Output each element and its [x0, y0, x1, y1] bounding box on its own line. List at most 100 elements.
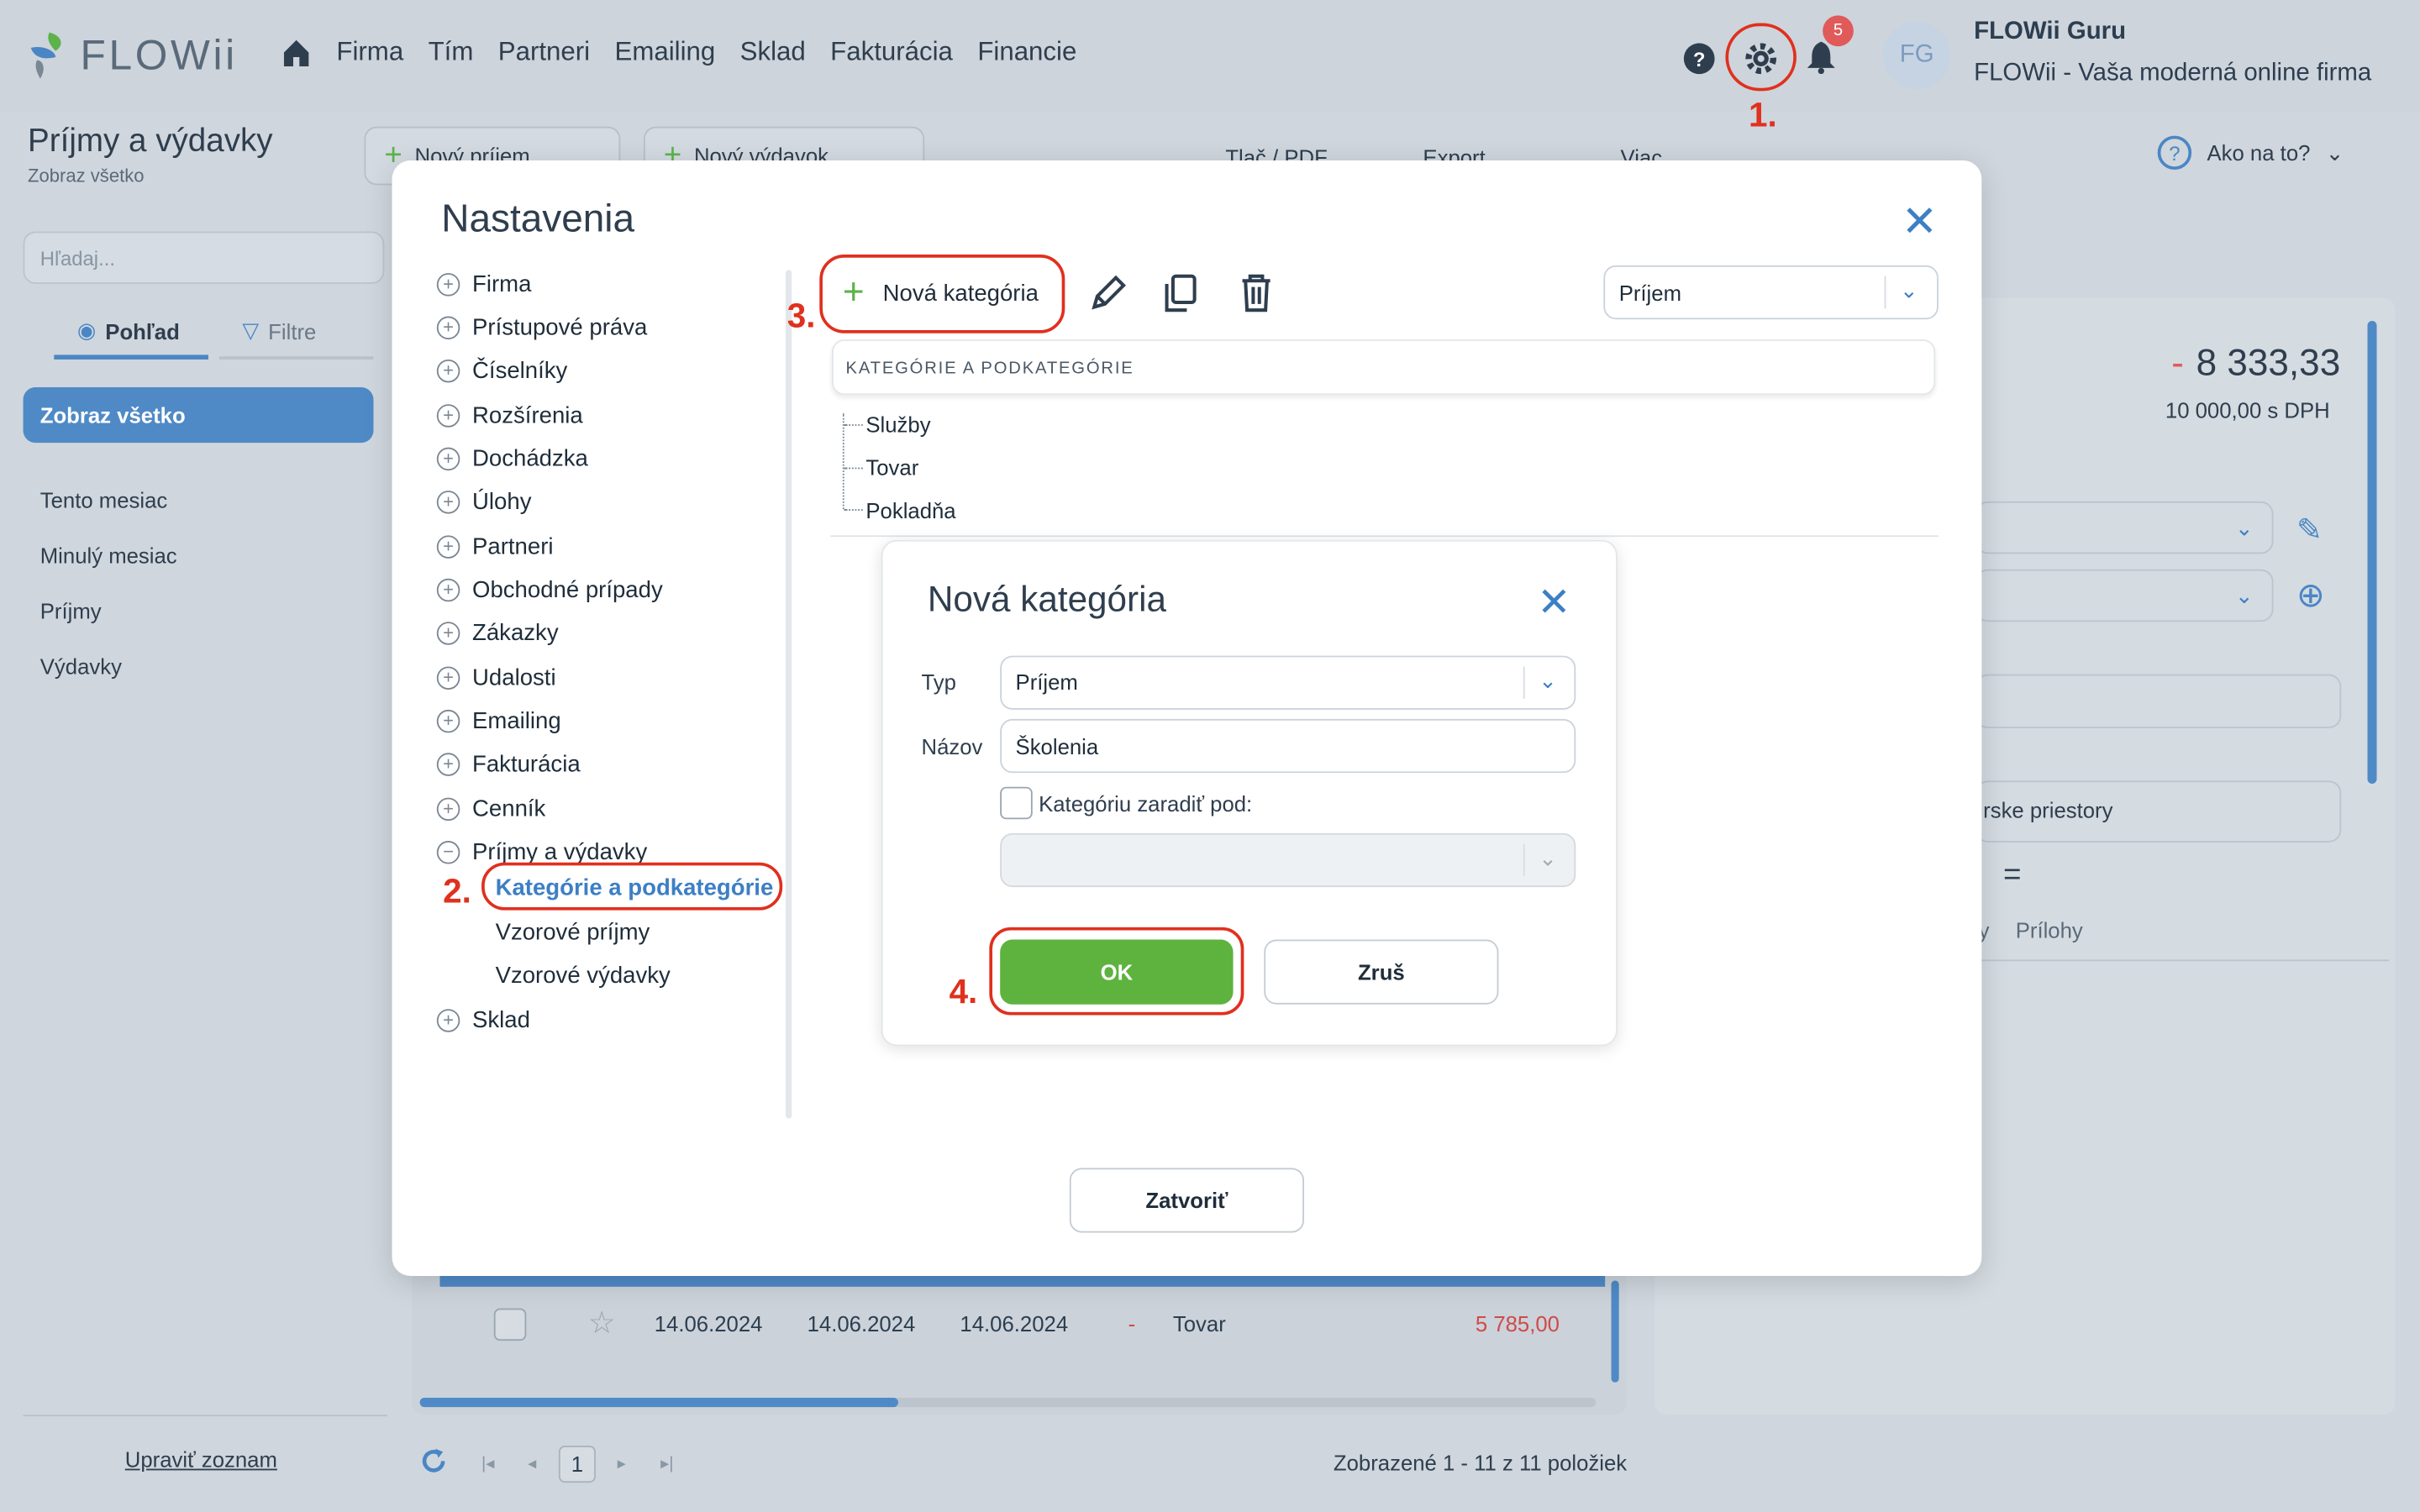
- last-page-icon[interactable]: ▸|: [660, 1453, 673, 1473]
- sidebar-item-this-month[interactable]: Tento mesiac: [40, 487, 167, 512]
- expand-icon: +: [436, 359, 460, 383]
- detail-field-premises[interactable]: rske priestory: [1975, 780, 2342, 843]
- edit-list-link[interactable]: Upraviť zoznam: [125, 1447, 277, 1472]
- nav-firma[interactable]: Firma: [336, 37, 403, 68]
- divider: [830, 535, 1939, 538]
- close-icon[interactable]: ✕: [1902, 200, 1938, 244]
- expand-icon: +: [436, 316, 460, 340]
- annotation-ring-3: [819, 255, 1065, 333]
- home-icon[interactable]: [281, 37, 312, 68]
- tree-item-income-expenses[interactable]: − Príjmy a výdavky: [436, 839, 648, 866]
- help-icon[interactable]: ?: [1682, 42, 1716, 76]
- tab-attachments[interactable]: Prílohy: [2016, 918, 2083, 942]
- tree-item-tasks[interactable]: + Úlohy: [436, 489, 531, 515]
- tab-filters[interactable]: ▽ Filtre: [242, 318, 316, 344]
- tree-item-orders[interactable]: + Zákazky: [436, 620, 559, 647]
- splitter[interactable]: [785, 270, 792, 1119]
- sidebar-item-last-month[interactable]: Minulý mesiac: [40, 543, 177, 568]
- tree-item-access-rights[interactable]: + Prístupové práva: [436, 315, 647, 341]
- nav-financie[interactable]: Financie: [977, 37, 1076, 68]
- tree-label: Firma: [472, 271, 532, 298]
- tree-item-attendance[interactable]: + Dochádzka: [436, 446, 588, 472]
- avatar[interactable]: FG: [1882, 21, 1951, 90]
- category-item-services[interactable]: Služby: [865, 412, 930, 436]
- nav-emailing[interactable]: Emailing: [614, 37, 715, 68]
- tree-label: Sklad: [472, 1007, 530, 1034]
- next-page-icon[interactable]: ▸: [618, 1453, 626, 1473]
- sidebar-item-show-all[interactable]: Zobraz všetko: [23, 387, 374, 444]
- first-page-icon[interactable]: |◂: [481, 1453, 494, 1473]
- type-select[interactable]: Príjem ⌄: [1603, 265, 1939, 320]
- tree-item-warehouse[interactable]: + Sklad: [436, 1007, 530, 1034]
- tree-item-events[interactable]: + Udalosti: [436, 665, 556, 691]
- tree-item-business-cases[interactable]: + Obchodné prípady: [436, 577, 663, 603]
- refresh-icon[interactable]: [418, 1446, 450, 1477]
- detail-scrollbar[interactable]: [2367, 321, 2377, 785]
- user-name[interactable]: FLOWii Guru: [1974, 18, 2126, 46]
- expand-icon: +: [436, 578, 460, 602]
- tree-item-emailing[interactable]: + Emailing: [436, 708, 561, 734]
- tree-label: Príjmy a výdavky: [472, 839, 648, 866]
- nav-sklad[interactable]: Sklad: [740, 37, 806, 68]
- pencil-icon[interactable]: [1086, 271, 1129, 314]
- copy-icon[interactable]: [1159, 271, 1202, 314]
- nav-tim[interactable]: Tím: [429, 37, 474, 68]
- chevron-down-icon: ⌄: [1539, 668, 1557, 693]
- help-link[interactable]: ? Ako na to? ⌄: [2157, 135, 2344, 171]
- row-amount: 5 785,00: [1475, 1311, 1560, 1336]
- tree-item-extensions[interactable]: + Rozšírenia: [436, 402, 583, 429]
- dialog-type-select[interactable]: Príjem ⌄: [1000, 655, 1576, 710]
- detail-input[interactable]: [1975, 674, 2342, 728]
- tab-view[interactable]: ◉ Pohľad: [77, 318, 180, 344]
- help-label: Ako na to?: [2207, 140, 2311, 165]
- sidebar-item-expenses[interactable]: Výdavky: [40, 654, 122, 679]
- main-nav: Firma Tím Partneri Emailing Sklad Faktur…: [281, 37, 1076, 68]
- annotation-4: 4.: [949, 972, 978, 1011]
- trash-icon[interactable]: [1234, 271, 1277, 314]
- dialog-type-value: Príjem: [1015, 669, 1078, 695]
- user-company: FLOWii - Vaša moderná online firma: [1974, 60, 2372, 87]
- close-icon[interactable]: ✕: [1537, 580, 1570, 623]
- detail-select-2[interactable]: ⌄: [1975, 569, 2274, 622]
- flowii-logo[interactable]: FLOWii: [28, 28, 238, 83]
- expand-icon: +: [436, 1009, 460, 1032]
- category-item-goods[interactable]: Tovar: [865, 455, 918, 480]
- nav-fakturacia[interactable]: Fakturácia: [830, 37, 953, 68]
- tree-label: Číselníky: [472, 358, 568, 385]
- tree-item-invoicing[interactable]: + Fakturácia: [436, 751, 581, 778]
- tree-guide: [844, 424, 863, 426]
- divider: [23, 1415, 388, 1417]
- category-item-cash[interactable]: Pokladňa: [865, 498, 955, 522]
- sidebar-item-income[interactable]: Príjmy: [40, 599, 102, 623]
- equals-icon: =: [2003, 858, 2022, 892]
- tree-label: Fakturácia: [472, 751, 581, 778]
- tree-item-sample-expenses[interactable]: Vzorové výdavky: [496, 963, 671, 989]
- star-icon[interactable]: ☆: [588, 1304, 616, 1342]
- pencil-icon[interactable]: ✎: [2296, 511, 2323, 549]
- row-category: Tovar: [1172, 1311, 1226, 1336]
- prev-page-icon[interactable]: ◂: [528, 1453, 536, 1473]
- tree-guide: [844, 509, 863, 511]
- detail-select-1[interactable]: ⌄: [1975, 501, 2274, 554]
- horizontal-scrollbar-thumb[interactable]: [419, 1398, 898, 1408]
- cancel-button[interactable]: Zruš: [1264, 939, 1499, 1005]
- tree-item-partners[interactable]: + Partneri: [436, 533, 554, 560]
- category-header: KATEGÓRIE A PODKATEGÓRIE: [831, 339, 1936, 396]
- tree-item-firma[interactable]: + Firma: [436, 271, 532, 298]
- search-input[interactable]: Hľadaj...: [23, 231, 385, 284]
- add-circle-icon[interactable]: ⊕: [2296, 575, 2325, 616]
- parent-category-checkbox[interactable]: [1000, 786, 1033, 820]
- current-page[interactable]: 1: [558, 1445, 596, 1483]
- vertical-scrollbar[interactable]: [1611, 1280, 1619, 1383]
- amount-minus: -: [2171, 342, 2184, 385]
- parent-category-select: ⌄: [1000, 832, 1576, 888]
- close-settings-button[interactable]: Zatvoriť: [1069, 1168, 1305, 1233]
- tree-item-pricelist[interactable]: + Cenník: [436, 796, 545, 822]
- expand-icon: +: [436, 666, 460, 690]
- nav-partneri[interactable]: Partneri: [498, 37, 590, 68]
- chevron-down-icon: ⌄: [1899, 277, 1918, 302]
- tree-item-codebooks[interactable]: + Číselníky: [436, 358, 568, 385]
- tree-item-sample-income[interactable]: Vzorové príjmy: [496, 920, 650, 946]
- category-name-input[interactable]: Školenia: [1000, 718, 1576, 774]
- row-checkbox[interactable]: [493, 1308, 527, 1341]
